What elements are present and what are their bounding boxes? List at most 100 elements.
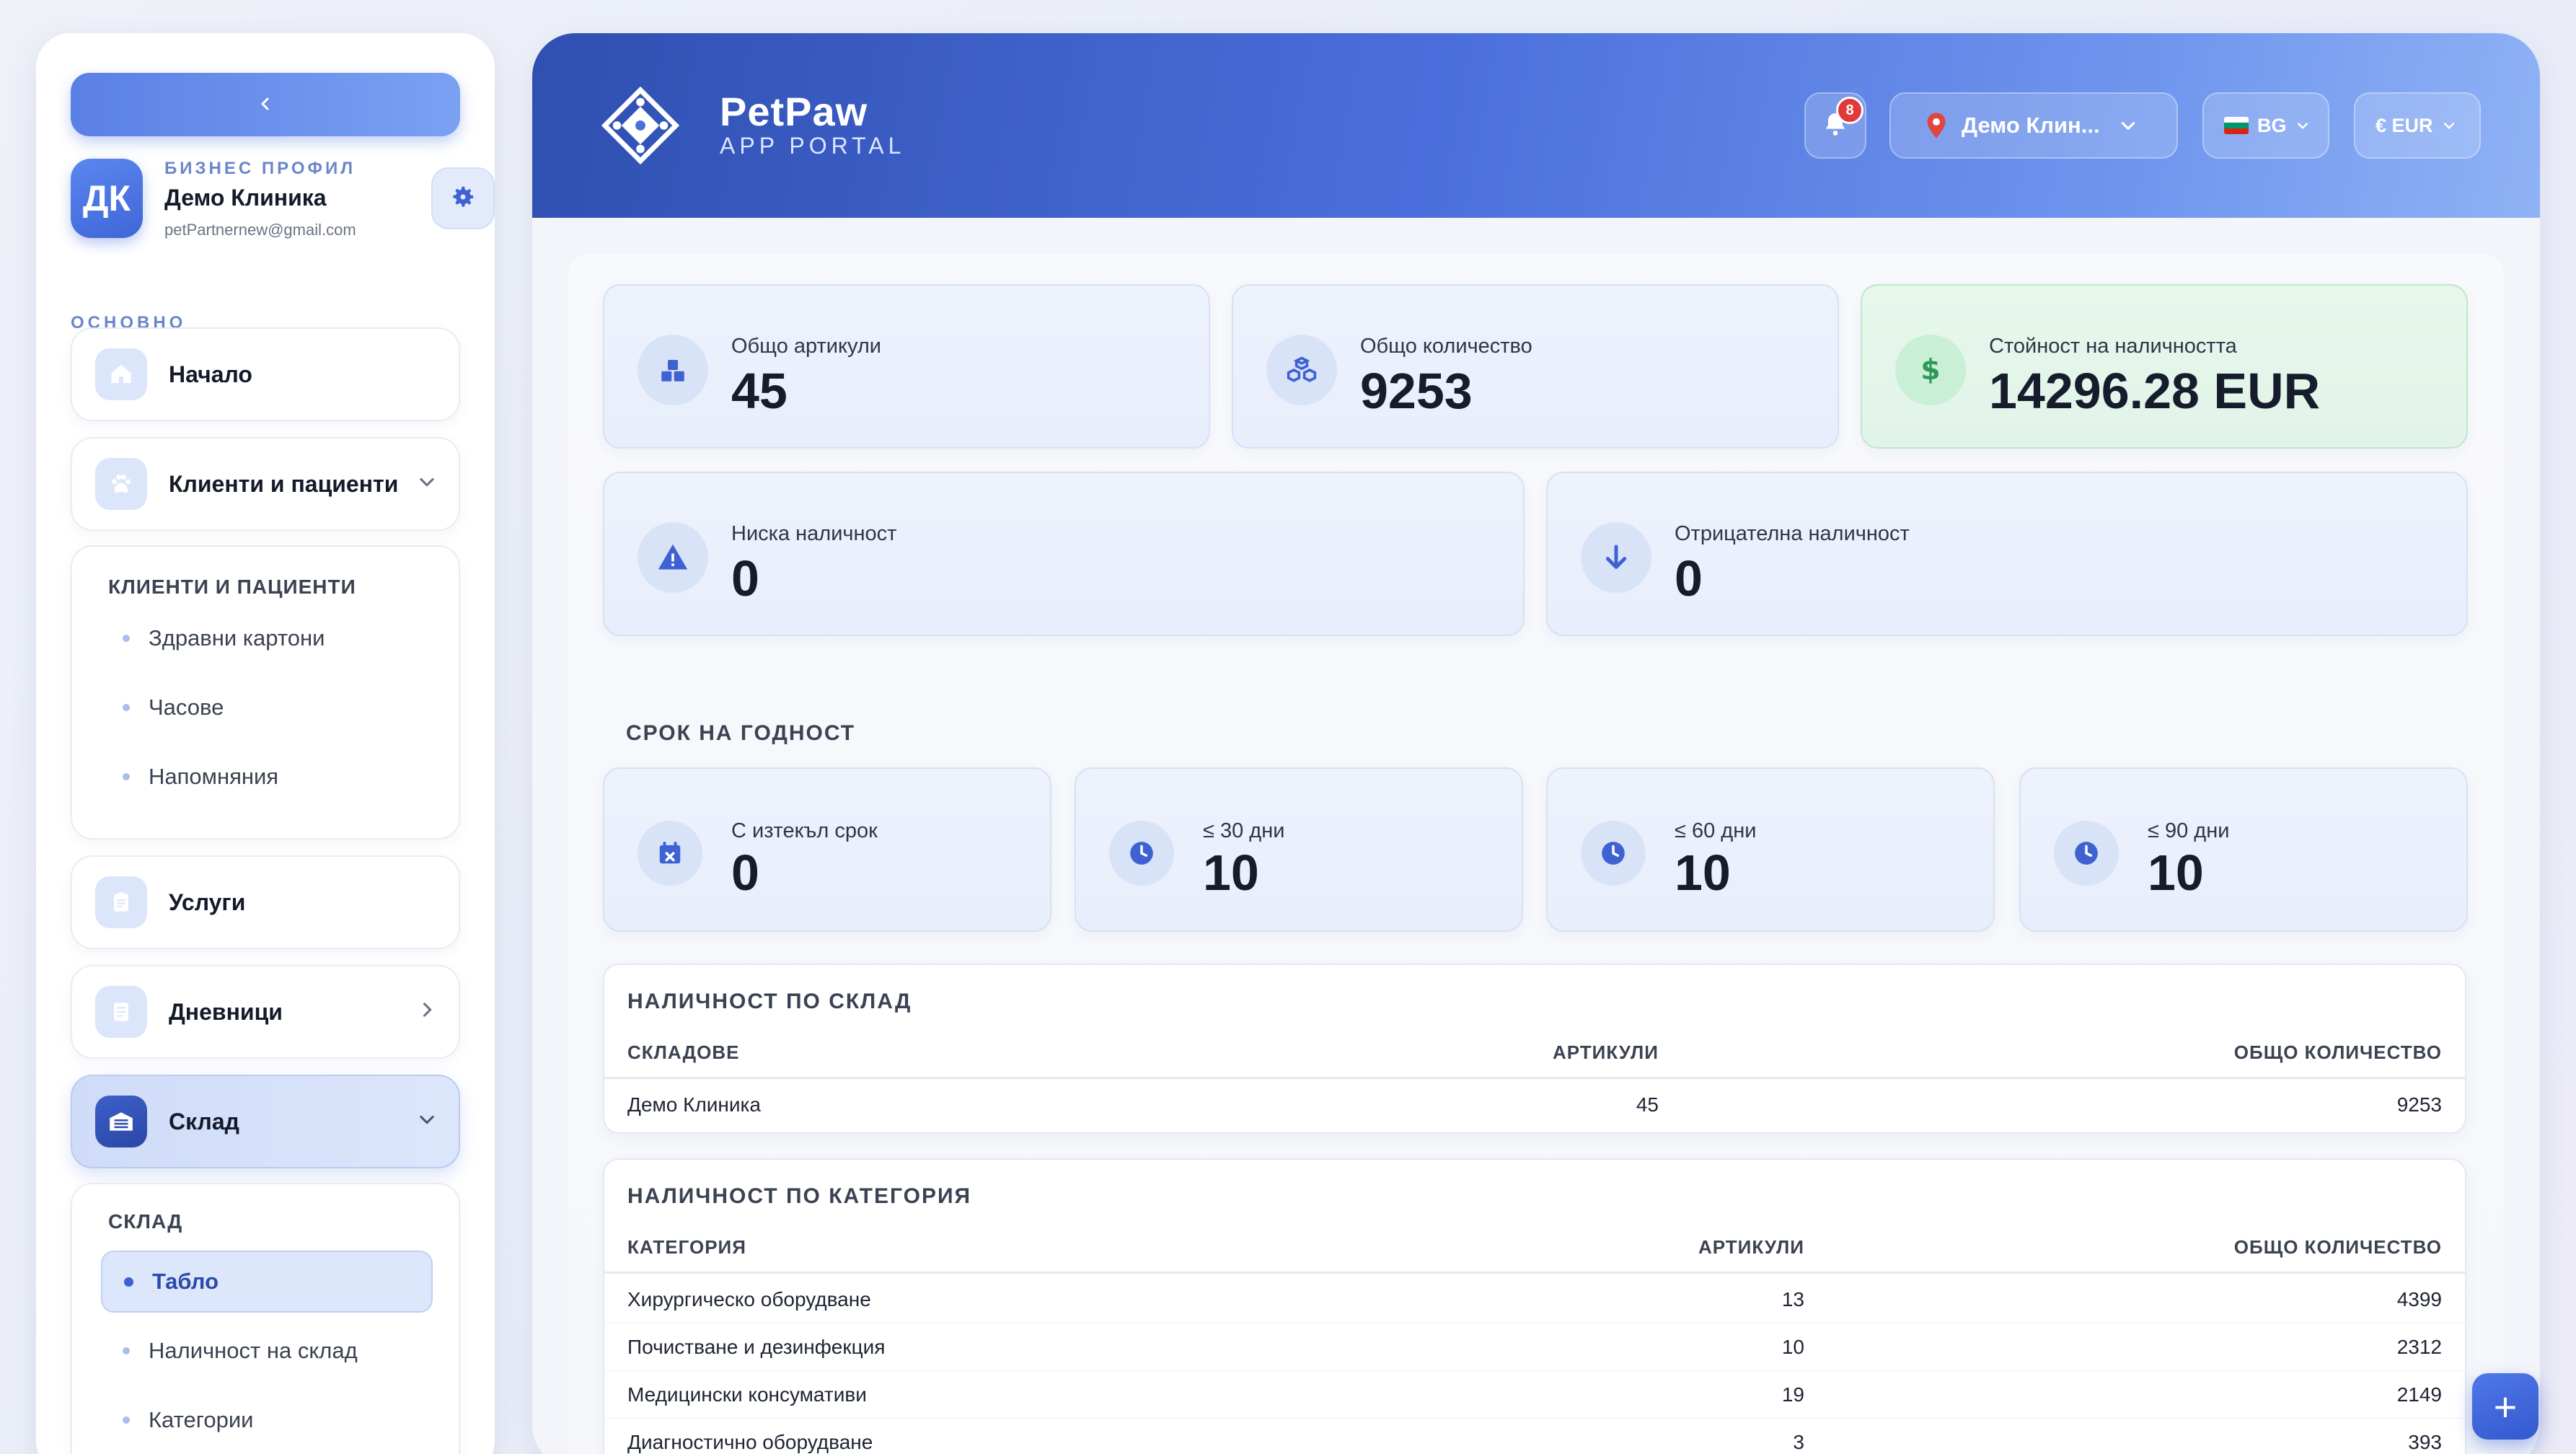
petpaw-logo-icon [599,84,682,167]
sidebar-item-warehouse[interactable]: Склад [71,1075,460,1168]
sidebar-item-label: Клиенти и пациенти [169,470,399,497]
add-button[interactable]: + [2472,1373,2538,1440]
main-area: PetPaw APP PORTAL 8 Демо Клин... BG € EU… [532,33,2540,1454]
business-profile: ДК БИЗНЕС ПРОФИЛ Демо Клиника petPartner… [71,159,495,245]
table-row[interactable]: Медицински консумативи 19 2149 [604,1371,2465,1419]
sidebar-item-services[interactable]: Услуги [71,855,460,949]
stat-label: Стойност на наличността [1989,335,2237,358]
bullet-dot [123,635,130,642]
expiry-card-expired: С изтекъл срок 0 [603,767,1051,932]
subpanel-title: КЛИЕНТИ И ПАЦИЕНТИ [108,576,356,598]
sidebar-item-journals[interactable]: Дневници [71,965,460,1059]
stat-value: 14296.28 EUR [1989,363,2321,419]
boxes-icon [638,335,708,405]
stat-value: 10 [1203,845,1259,901]
clock-icon [2054,821,2119,886]
stat-value: 10 [2148,845,2204,901]
stat-value: 0 [1675,550,1703,607]
cell-items: 19 [1781,1383,1804,1406]
location-selector[interactable]: Демо Клин... [1889,92,2178,159]
language-selector[interactable]: BG [2202,92,2329,159]
sub-item-label: Здравни картони [149,625,325,651]
location-label: Демо Клин... [1962,113,2100,138]
category-stock-table: НАЛИЧНОСТ ПО КАТЕГОРИЯ КАТЕГОРИЯ АРТИКУЛ… [603,1158,2466,1454]
stat-card-total-quantity: Общо количество 9253 [1232,284,1839,449]
column-header: КАТЕГОРИЯ [627,1236,746,1258]
sub-item-categories[interactable]: Категории [101,1389,433,1451]
expiry-card-60-days: ≤ 60 дни 10 [1546,767,1995,932]
notification-badge: 8 [1836,97,1863,124]
avatar: ДК [71,159,143,238]
column-header: АРТИКУЛИ [1553,1041,1659,1063]
stat-label: Общо количество [1360,335,1532,358]
profile-email: petPartnernew@gmail.com [164,221,356,239]
stat-card-total-items: Общо артикули 45 [603,284,1210,449]
sub-item-stock[interactable]: Наличност на склад [101,1320,433,1382]
clipboard-icon [95,876,147,928]
sidebar-item-label: Начало [169,361,252,387]
sub-item-reminders[interactable]: Напомняния [101,746,433,808]
calendar-x-icon [638,821,702,886]
svg-text:$: $ [1920,353,1940,387]
sub-item-dashboard[interactable]: Табло [101,1251,433,1313]
cell-quantity: 2149 [2396,1383,2442,1406]
sub-item-appointments[interactable]: Часове [101,677,433,739]
stat-label: Ниска наличност [731,522,897,545]
stat-value: 0 [731,845,759,901]
home-icon [95,348,147,400]
column-header: ОБЩО КОЛИЧЕСТВО [2233,1041,2442,1063]
table-row[interactable]: Демо Клиника 45 9253 [604,1081,2465,1129]
map-pin-icon [1926,113,1947,138]
stat-card-stock-value: $ Стойност на наличността 14296.28 EUR [1861,284,2468,449]
stat-label: Общо артикули [731,335,881,358]
stat-value: 0 [731,550,759,607]
dashboard-content: Общо артикули 45 Общо количество 9253 $ … [568,254,2504,1454]
stat-label: ≤ 60 дни [1675,819,1757,842]
table-row[interactable]: Хирургическо оборудване 13 4399 [604,1276,2465,1323]
stat-value: 9253 [1360,363,1473,419]
table-header: СКЛАДОВЕ АРТИКУЛИ ОБЩО КОЛИЧЕСТВО [604,1028,2465,1079]
sidebar-item-home[interactable]: Начало [71,327,460,421]
profile-label: БИЗНЕС ПРОФИЛ [164,159,356,178]
cell-quantity: 4399 [2396,1287,2442,1310]
gear-icon [449,183,477,214]
cell-category: Хирургическо оборудване [627,1287,871,1310]
sub-item-label: Напомняния [149,764,279,789]
arrow-down-icon [1581,522,1651,593]
currency-selector[interactable]: € EUR [2354,92,2481,159]
chevron-down-icon [2119,116,2138,135]
profile-settings-button[interactable] [431,167,495,229]
table-row[interactable]: Почистване и дезинфекция 10 2312 [604,1323,2465,1371]
paw-icon [95,458,147,510]
cell-quantity: 393 [2408,1431,2442,1453]
expiry-card-30-days: ≤ 30 дни 10 [1075,767,1523,932]
cell-quantity: 2312 [2396,1335,2442,1358]
profile-name: Демо Клиника [164,185,327,211]
sub-item-label: Наличност на склад [149,1338,358,1363]
clock-icon [1581,821,1646,886]
sub-item-label: Табло [152,1269,219,1294]
bullet-dot [124,1277,133,1287]
plus-icon: + [2493,1383,2518,1429]
stat-label: ≤ 30 дни [1203,819,1285,842]
warehouse-stock-table: НАЛИЧНОСТ ПО СКЛАД СКЛАДОВЕ АРТИКУЛИ ОБЩ… [603,964,2466,1134]
chevron-down-icon [2442,118,2456,133]
cell-items: 13 [1781,1287,1804,1310]
cubes-icon [1266,335,1337,405]
bullet-dot [123,704,130,711]
chevron-down-icon [417,1109,437,1133]
stat-value: 10 [1675,845,1731,901]
sidebar-item-label: Услуги [169,889,246,915]
chevron-left-icon [257,91,274,119]
table-title: НАЛИЧНОСТ ПО КАТЕГОРИЯ [627,1184,972,1208]
currency-label: € EUR [2376,114,2433,136]
expiry-card-90-days: ≤ 90 дни 10 [2019,767,2468,932]
table-row[interactable]: Диагностично оборудване 3 393 [604,1419,2465,1454]
sub-item-health-records[interactable]: Здравни картони [101,607,433,669]
chevron-down-icon [417,472,437,495]
notifications-button[interactable]: 8 [1804,92,1866,159]
warehouse-icon [95,1096,147,1147]
collapse-sidebar-button[interactable] [71,73,460,136]
sidebar-item-clients[interactable]: Клиенти и пациенти [71,437,460,531]
stat-value: 45 [731,363,788,419]
